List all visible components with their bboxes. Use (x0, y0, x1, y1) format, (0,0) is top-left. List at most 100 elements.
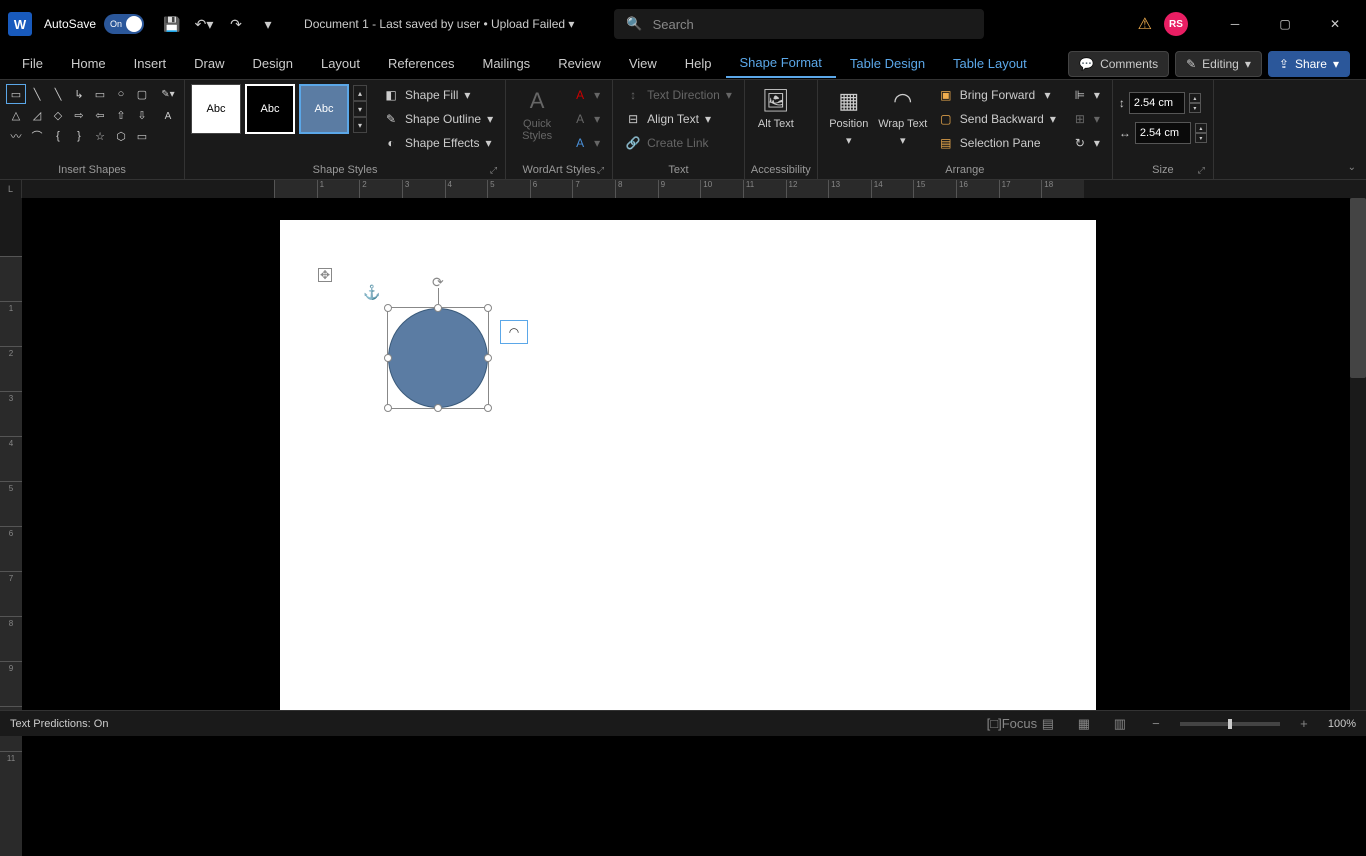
page[interactable]: ✥ ⚓ ⟳ ◠ (280, 220, 1096, 710)
shape-textbox2-icon[interactable]: ▭ (132, 126, 152, 146)
width-down-icon[interactable]: ▾ (1195, 133, 1207, 143)
alt-text-button[interactable]: 🖼 Alt Text (751, 84, 801, 130)
shape-connector-icon[interactable]: ↳ (69, 84, 89, 104)
redo-icon[interactable]: ↷ (222, 10, 250, 38)
shape-outline-button[interactable]: ✎Shape Outline ▾ (377, 108, 499, 130)
shape-line-icon[interactable]: ╲ (27, 84, 47, 104)
shape-rect-icon[interactable]: ▭ (90, 84, 110, 104)
collapse-ribbon-icon[interactable]: ⌄ (1348, 162, 1356, 173)
shape-diamond-icon[interactable]: ◇ (48, 105, 68, 125)
shape-rtriangle-icon[interactable]: ◿ (27, 105, 47, 125)
resize-handle-mr[interactable] (484, 354, 492, 362)
height-up-icon[interactable]: ▴ (1189, 93, 1201, 103)
tab-layout[interactable]: Layout (307, 50, 374, 77)
resize-handle-bc[interactable] (434, 404, 442, 412)
document-canvas[interactable]: ✥ ⚓ ⟳ ◠ (22, 198, 1366, 710)
tab-shape-format[interactable]: Shape Format (726, 49, 836, 78)
send-backward-button[interactable]: ▢Send Backward ▾ (932, 108, 1062, 130)
tab-review[interactable]: Review (544, 50, 615, 77)
user-avatar[interactable]: RS (1164, 12, 1188, 36)
shape-arrow-l-icon[interactable]: ⇦ (90, 105, 110, 125)
shape-hexagon-icon[interactable]: ⬡ (111, 126, 131, 146)
tab-design[interactable]: Design (239, 50, 307, 77)
shape-oval-icon[interactable]: ○ (111, 84, 131, 104)
text-predictions-status[interactable]: Text Predictions: On (10, 718, 108, 730)
tab-view[interactable]: View (615, 50, 671, 77)
launcher-icon[interactable]: ⤢ (1198, 165, 1205, 176)
zoom-slider[interactable] (1180, 722, 1280, 726)
resize-handle-tr[interactable] (484, 304, 492, 312)
shape-brace-r-icon[interactable]: } (69, 126, 89, 146)
shapes-gallery[interactable]: ▭ ╲ ╲ ↳ ▭ ○ ▢ △ ◿ ◇ ⇨ ⇦ ⇧ ⇩ 〰 ⌒ { } ☆ ⬡ (6, 84, 152, 146)
tab-file[interactable]: File (8, 50, 57, 77)
textbox-icon[interactable]: A (158, 106, 178, 126)
shape-brace-l-icon[interactable]: { (48, 126, 68, 146)
zoom-level[interactable]: 100% (1328, 718, 1356, 730)
tab-home[interactable]: Home (57, 50, 120, 77)
editing-mode-button[interactable]: ✎ Editing ▾ (1175, 51, 1262, 77)
tab-mailings[interactable]: Mailings (469, 50, 545, 77)
resize-handle-ml[interactable] (384, 354, 392, 362)
print-layout-icon[interactable]: ▦ (1072, 714, 1096, 734)
read-mode-icon[interactable]: ▤ (1036, 714, 1060, 734)
shape-arrow-u-icon[interactable]: ⇧ (111, 105, 131, 125)
zoom-out-icon[interactable]: − (1144, 714, 1168, 734)
minimize-button[interactable]: ─ (1212, 8, 1258, 40)
height-down-icon[interactable]: ▾ (1189, 103, 1201, 113)
shape-effects-button[interactable]: ◐Shape Effects ▾ (377, 132, 499, 154)
oval-shape[interactable] (388, 308, 488, 408)
gallery-more-icon[interactable]: ▾ (353, 117, 367, 133)
layout-options-button[interactable]: ◠ (500, 320, 528, 344)
shape-fill-button[interactable]: ◧Shape Fill ▾ (377, 84, 499, 106)
align-button[interactable]: ⊫▾ (1066, 84, 1106, 106)
comments-button[interactable]: 💬 Comments (1068, 51, 1169, 77)
tab-help[interactable]: Help (671, 50, 726, 77)
rotate-button[interactable]: ↻▾ (1066, 132, 1106, 154)
close-button[interactable]: ✕ (1312, 8, 1358, 40)
move-handle-icon[interactable]: ✥ (318, 268, 332, 282)
selection-pane-button[interactable]: ▤Selection Pane (932, 132, 1062, 154)
shape-line2-icon[interactable]: ╲ (48, 84, 68, 104)
launcher-icon[interactable]: ⤢ (597, 165, 604, 176)
shape-style-gallery[interactable]: Abc Abc Abc ▴ ▾ ▾ (191, 84, 367, 134)
shape-textbox-icon[interactable]: ▭ (6, 84, 26, 104)
maximize-button[interactable]: ▢ (1262, 8, 1308, 40)
selected-shape[interactable]: ⟳ (388, 308, 488, 408)
resize-handle-tc[interactable] (434, 304, 442, 312)
warning-icon[interactable]: ⚠ (1138, 14, 1152, 34)
gallery-up-icon[interactable]: ▴ (353, 85, 367, 101)
web-layout-icon[interactable]: ▥ (1108, 714, 1132, 734)
style-preset-3[interactable]: Abc (299, 84, 349, 134)
shape-star-icon[interactable]: ☆ (90, 126, 110, 146)
resize-handle-bl[interactable] (384, 404, 392, 412)
position-button[interactable]: ▦ Position ▾ (824, 84, 874, 147)
gallery-down-icon[interactable]: ▾ (353, 101, 367, 117)
ruler-horizontal[interactable]: L 123 4567 891011 12131415 161718 (0, 180, 1366, 198)
style-preset-1[interactable]: Abc (191, 84, 241, 134)
shape-arc-icon[interactable]: ⌒ (27, 126, 47, 146)
resize-handle-tl[interactable] (384, 304, 392, 312)
tab-table-design[interactable]: Table Design (836, 50, 939, 77)
zoom-in-icon[interactable]: + (1292, 714, 1316, 734)
tab-draw[interactable]: Draw (180, 50, 238, 77)
shape-arrow-r-icon[interactable]: ⇨ (69, 105, 89, 125)
height-input[interactable] (1129, 92, 1185, 114)
autosave-toggle[interactable]: On (104, 14, 144, 34)
anchor-icon[interactable]: ⚓ (363, 284, 380, 301)
tab-references[interactable]: References (374, 50, 468, 77)
scroll-thumb[interactable] (1350, 198, 1366, 378)
ruler-corner[interactable]: L (0, 180, 22, 198)
document-title[interactable]: Document 1 - Last saved by user • Upload… (304, 17, 574, 31)
style-preset-2[interactable]: Abc (245, 84, 295, 134)
search-box[interactable]: 🔍 Search (614, 9, 984, 39)
align-text-button[interactable]: ⊟Align Text ▾ (619, 108, 738, 130)
save-icon[interactable]: 💾 (158, 10, 186, 38)
launcher-icon[interactable]: ⤢ (490, 165, 497, 176)
wrap-text-button[interactable]: ◠ Wrap Text ▾ (878, 84, 928, 147)
focus-mode-button[interactable]: [□] Focus (1000, 714, 1024, 734)
width-up-icon[interactable]: ▴ (1195, 123, 1207, 133)
qat-customize-icon[interactable]: ▾ (254, 10, 282, 38)
shape-triangle-icon[interactable]: △ (6, 105, 26, 125)
share-button[interactable]: ⇪ Share ▾ (1268, 51, 1350, 77)
tab-table-layout[interactable]: Table Layout (939, 50, 1041, 77)
